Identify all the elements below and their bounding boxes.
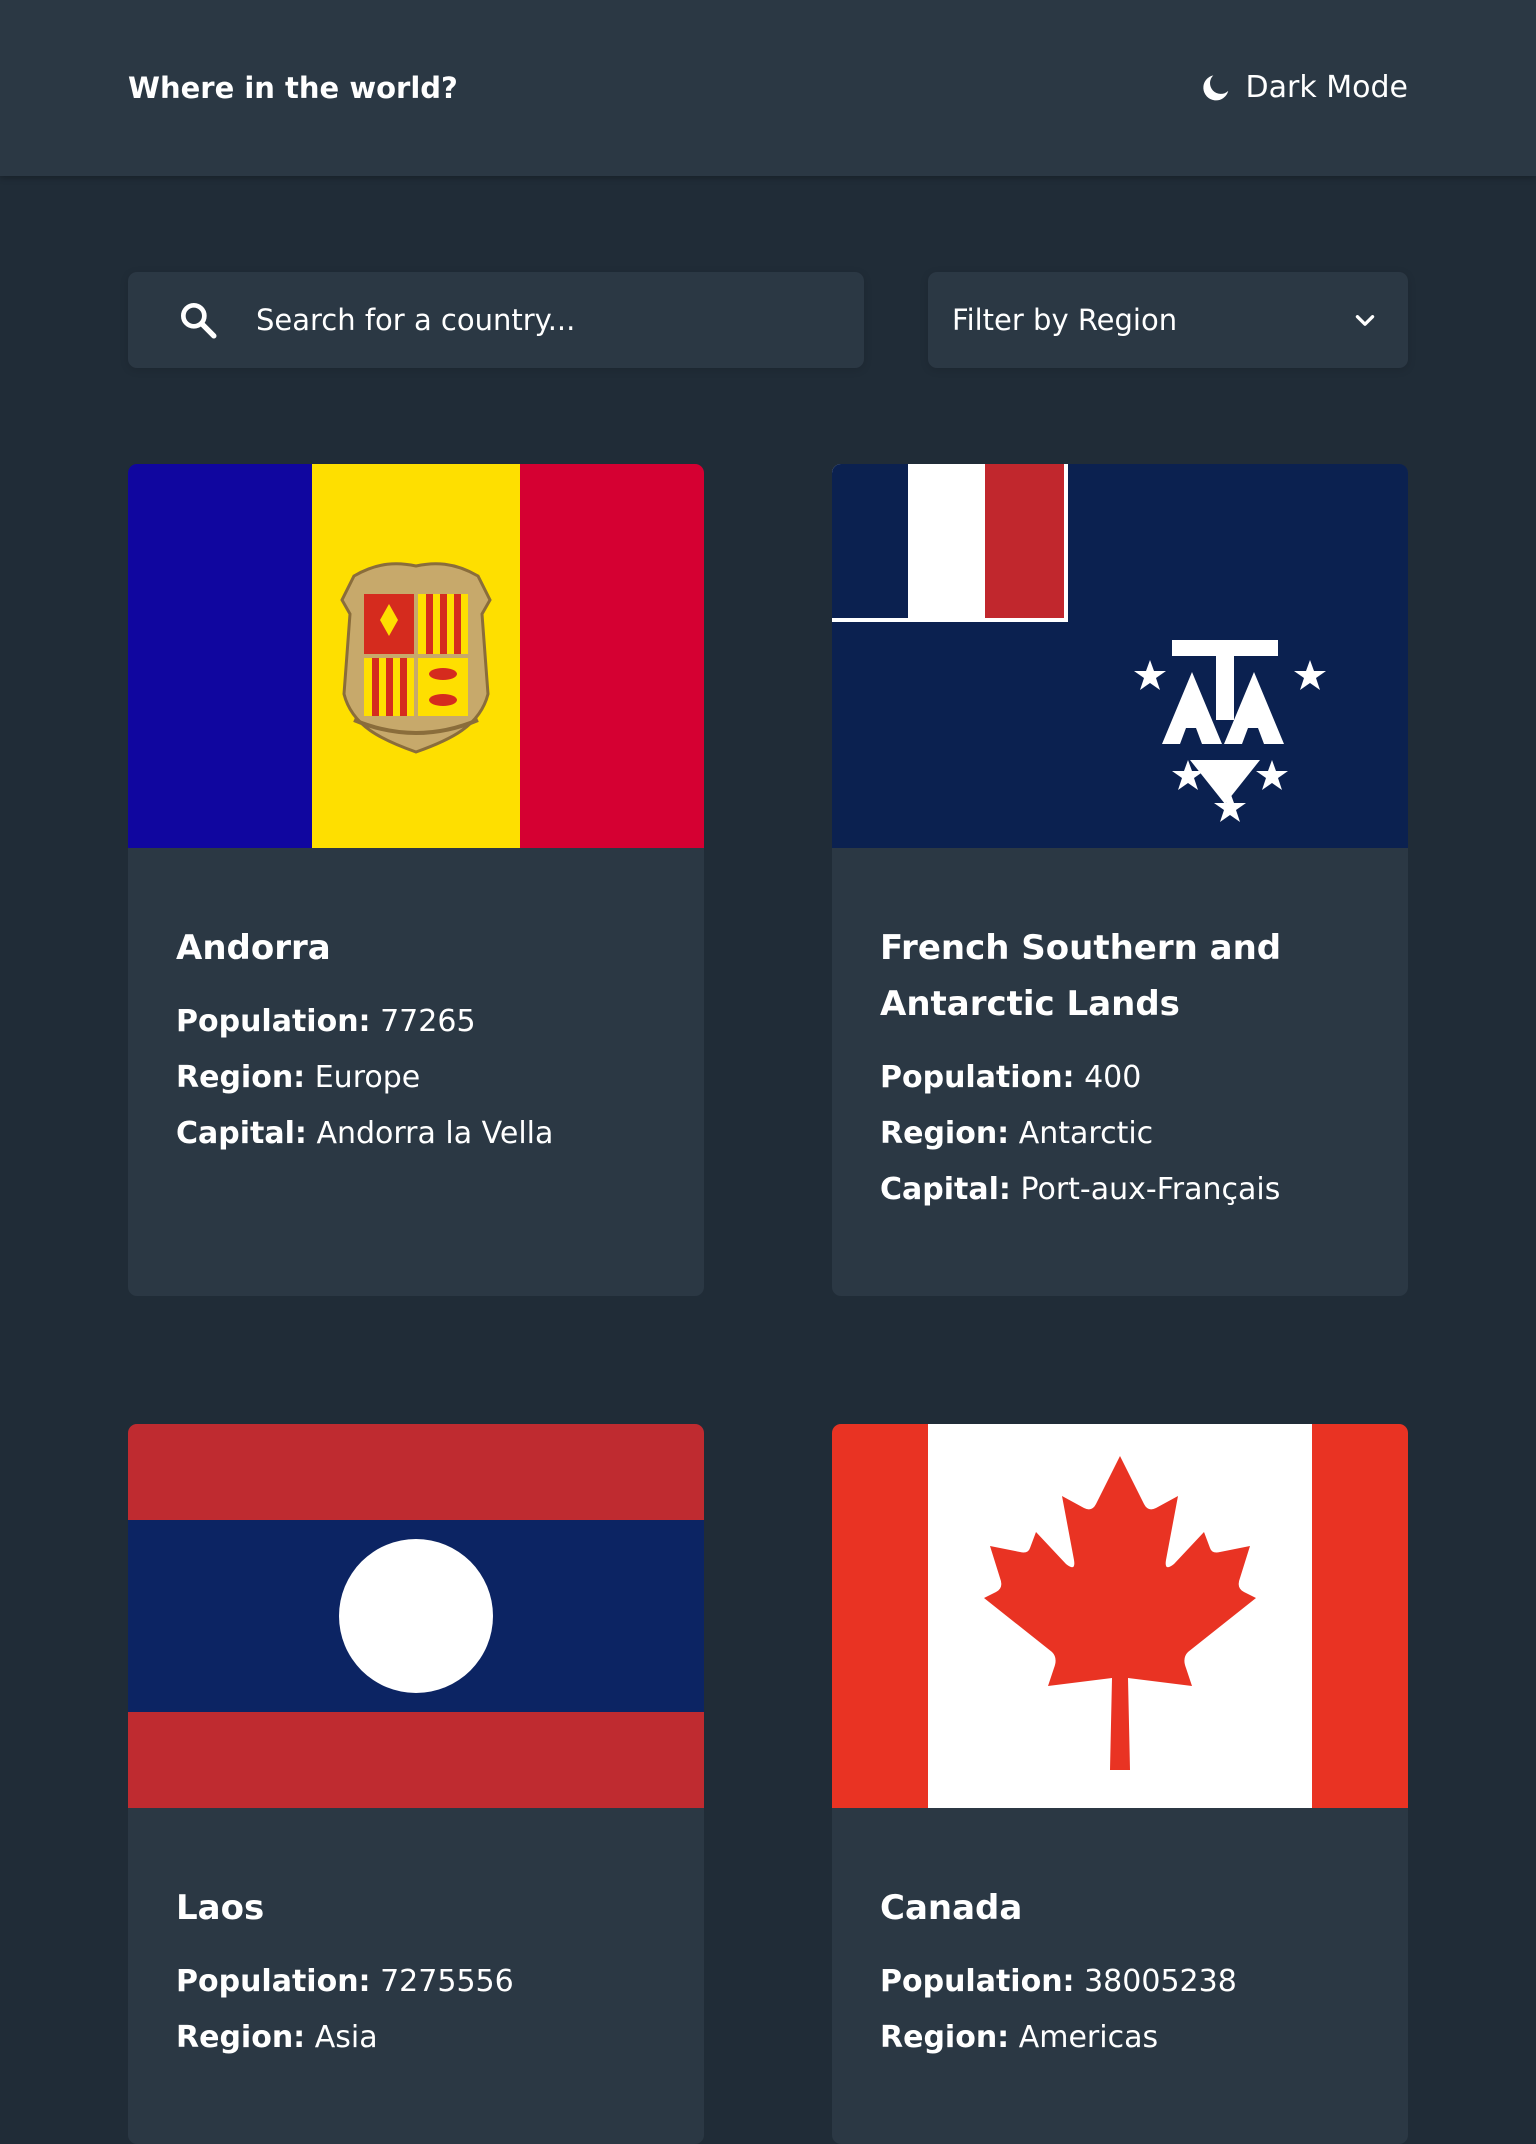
population-label: Population:	[176, 1004, 371, 1039]
region-row: Region: Asia	[176, 2010, 656, 2066]
population-label: Population:	[880, 1060, 1075, 1095]
french-southern-antarctic-lands-flag	[832, 464, 1408, 848]
country-name: Laos	[176, 1888, 265, 1928]
population-value: 77265	[380, 1004, 476, 1039]
country-info: French Southern and Antarctic Lands Popu…	[832, 848, 1408, 1218]
top-bar: Where in the world? Dark Mode	[0, 0, 1536, 176]
chevron-down-icon	[1355, 315, 1375, 326]
dark-mode-label: Dark Mode	[1245, 70, 1408, 105]
capital-label: Capital:	[176, 1116, 307, 1151]
capital-row: Capital: Andorra la Vella	[176, 1106, 656, 1162]
region-row: Region: Antarctic	[880, 1106, 1360, 1162]
region-label: Region:	[176, 2020, 306, 2055]
region-value: Europe	[314, 1060, 421, 1095]
region-value: Antarctic	[1018, 1116, 1154, 1151]
region-label: Region:	[176, 1060, 306, 1095]
country-card-andorra[interactable]: Andorra Population: 77265 Region: Europe…	[128, 464, 704, 1296]
country-name: French Southern and Antarctic Lands	[880, 928, 1282, 1024]
region-filter-label: Filter by Region	[952, 303, 1178, 337]
population-row: Population: 400	[880, 1050, 1360, 1106]
region-value: Americas	[1018, 2020, 1159, 2055]
capital-label: Capital:	[880, 1172, 1011, 1207]
country-card-laos[interactable]: Laos Population: 7275556 Region: Asia	[128, 1424, 704, 2144]
region-label: Region:	[880, 2020, 1010, 2055]
country-card-canada[interactable]: Canada Population: 38005238 Region: Amer…	[832, 1424, 1408, 2144]
population-label: Population:	[176, 1964, 371, 1999]
dark-mode-toggle[interactable]: Dark Mode	[1200, 66, 1408, 110]
capital-value: Andorra la Vella	[316, 1116, 554, 1151]
population-label: Population:	[880, 1964, 1075, 1999]
region-row: Region: Americas	[880, 2010, 1360, 2066]
search-input[interactable]	[256, 272, 836, 368]
region-value: Asia	[314, 2020, 378, 2055]
population-row: Population: 38005238	[880, 1954, 1360, 2010]
search-bar	[128, 272, 864, 368]
moon-icon	[1202, 75, 1228, 101]
capital-row: Capital: Port-aux-Français	[880, 1162, 1360, 1218]
region-row: Region: Europe	[176, 1050, 656, 1106]
app-title: Where in the world?	[128, 71, 458, 105]
population-value: 7275556	[380, 1964, 514, 1999]
capital-value: Port-aux-Français	[1020, 1172, 1281, 1207]
population-value: 400	[1084, 1060, 1142, 1095]
laos-flag	[128, 1424, 704, 1808]
population-row: Population: 77265	[176, 994, 656, 1050]
country-name: Canada	[880, 1888, 1023, 1928]
country-info: Laos Population: 7275556 Region: Asia	[128, 1808, 704, 2066]
canada-flag	[832, 1424, 1408, 1808]
population-row: Population: 7275556	[176, 1954, 656, 2010]
country-info: Canada Population: 38005238 Region: Amer…	[832, 1808, 1408, 2066]
region-label: Region:	[880, 1116, 1010, 1151]
country-card-french-southern-antarctic-lands[interactable]: French Southern and Antarctic Lands Popu…	[832, 464, 1408, 1296]
country-name: Andorra	[176, 928, 331, 968]
population-value: 38005238	[1084, 1964, 1237, 1999]
country-info: Andorra Population: 77265 Region: Europe…	[128, 848, 704, 1162]
search-icon	[180, 302, 217, 339]
andorra-flag	[128, 464, 704, 848]
region-filter-dropdown[interactable]: Filter by Region	[928, 272, 1408, 368]
